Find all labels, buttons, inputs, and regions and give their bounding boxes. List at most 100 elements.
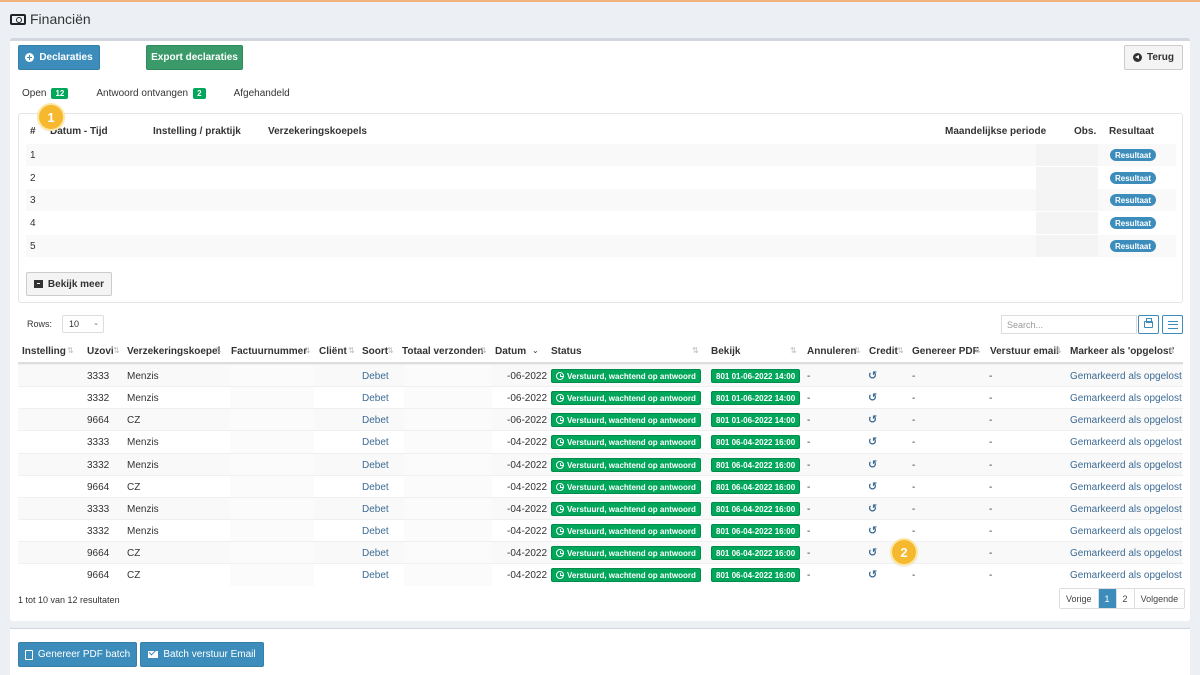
sort-icon[interactable]: ⇅ [974,346,981,355]
resultaat-button[interactable]: Resultaat [1110,149,1157,161]
sort-icon[interactable]: ⇅ [67,346,74,355]
credit-undo-icon[interactable]: ↺ [868,391,877,404]
sort-icon[interactable]: ⇅ [304,346,311,355]
rows-per-page-select[interactable]: 10 ⌄ [62,315,104,333]
column-toggle-button[interactable] [1162,315,1183,334]
col-header-soort[interactable]: Soort [362,346,388,357]
credit-undo-icon[interactable]: ↺ [868,458,877,471]
credit-undo-icon[interactable]: ↺ [868,413,877,426]
bekijk-link[interactable]: 801 01-06-2022 14:00 [711,413,801,427]
resultaat-button[interactable]: Resultaat [1110,240,1157,252]
bekijk-link[interactable]: 801 06-04-2022 16:00 [711,568,801,582]
markeer-opgelost-link[interactable]: Gemarkeerd als opgelost [1070,548,1182,559]
sort-icon[interactable]: ⇅ [790,346,797,355]
col-header-instelling[interactable]: Instelling [22,346,66,357]
col-header-totaal-verzonden[interactable]: Totaal verzonden [402,346,484,357]
col-header-credit[interactable]: Credit [869,346,898,357]
soort-link[interactable]: Debet [362,437,389,448]
sort-icon[interactable]: ⇅ [387,346,394,355]
resultaat-button[interactable]: Resultaat [1110,217,1157,229]
sort-icon[interactable]: ⇅ [1168,346,1175,355]
search-input[interactable]: Search... [1001,315,1137,334]
soort-link[interactable]: Debet [362,548,389,559]
verstuur-email-cell: - [989,482,993,493]
sort-icon[interactable]: ⇅ [215,346,222,355]
bekijk-link[interactable]: 801 06-04-2022 16:00 [711,458,801,472]
soort-link[interactable]: Debet [362,460,389,471]
status-badge: Verstuurd, wachtend op antwoord [551,369,701,383]
sort-icon[interactable]: ⇅ [348,346,355,355]
markeer-opgelost-link[interactable]: Gemarkeerd als opgelost [1070,437,1182,448]
sort-icon[interactable]: ⇅ [480,346,487,355]
markeer-opgelost-link[interactable]: Gemarkeerd als opgelost [1070,526,1182,537]
soort-link[interactable]: Debet [362,526,389,537]
sort-icon[interactable]: ⇅ [854,346,861,355]
col-header-bekijk[interactable]: Bekijk [711,346,740,357]
col-header-factuurnummer[interactable]: Factuurnummer [231,346,307,357]
bekijk-link[interactable]: 801 06-04-2022 16:00 [711,502,801,516]
credit-undo-icon[interactable]: ↺ [868,546,877,559]
pagination-prev[interactable]: Vorige [1060,589,1099,608]
verzekeringskoepel-cell: Menzis [127,504,159,515]
bekijk-link[interactable]: 801 06-04-2022 16:00 [711,435,801,449]
soort-link[interactable]: Debet [362,570,389,581]
sort-desc-icon[interactable]: ⌄ [532,346,539,355]
sort-icon[interactable]: ⇅ [692,346,699,355]
soort-link[interactable]: Debet [362,393,389,404]
batch-verstuur-email-button[interactable]: Batch verstuur Email [140,642,264,667]
sort-icon[interactable]: ⇅ [113,346,120,355]
declaraties-button[interactable]: Declaraties [18,45,100,70]
tab-open[interactable]: Open 12 [12,85,80,101]
credit-undo-icon[interactable]: ↺ [868,435,877,448]
sort-icon[interactable]: ⇅ [1055,346,1062,355]
markeer-opgelost-link[interactable]: Gemarkeerd als opgelost [1070,482,1182,493]
markeer-opgelost-link[interactable]: Gemarkeerd als opgelost [1070,570,1182,581]
resultaat-button[interactable]: Resultaat [1110,194,1157,206]
export-declaraties-button[interactable]: Export declaraties [146,45,243,70]
credit-undo-icon[interactable]: ↺ [868,568,877,581]
resultaat-button[interactable]: Resultaat [1110,172,1157,184]
credit-undo-icon[interactable]: ↺ [868,502,877,515]
credit-undo-icon[interactable]: ↺ [868,369,877,382]
markeer-opgelost-link[interactable]: Gemarkeerd als opgelost [1070,460,1182,471]
row-number: 2 [30,173,36,184]
soort-link[interactable]: Debet [362,504,389,515]
terug-button[interactable]: Terug [1124,45,1183,70]
markeer-opgelost-link[interactable]: Gemarkeerd als opgelost [1070,504,1182,515]
bekijk-link[interactable]: 801 06-04-2022 16:00 [711,524,801,538]
bekijk-link[interactable]: 801 06-04-2022 16:00 [711,546,801,560]
credit-undo-icon[interactable]: ↺ [868,480,877,493]
soort-link[interactable]: Debet [362,371,389,382]
bekijk-link[interactable]: 801 01-06-2022 14:00 [711,369,801,383]
col-header-genereer-pdf[interactable]: Genereer PDF [912,346,979,357]
col-header-annuleren[interactable]: Annuleren [807,346,856,357]
factuurnummer-cell [230,431,314,453]
markeer-opgelost-link[interactable]: Gemarkeerd als opgelost [1070,371,1182,382]
col-header-uzovi[interactable]: Uzovi [87,346,114,357]
bekijk-meer-button[interactable]: Bekijk meer [26,272,112,296]
status-text: Verstuurd, wachtend op antwoord [567,415,696,425]
genereer-pdf-batch-button[interactable]: Genereer PDF batch [18,642,137,667]
tab-afgehandeld[interactable]: Afgehandeld [218,85,302,101]
tab-antwoord-ontvangen[interactable]: Antwoord ontvangen 2 [80,85,217,101]
bekijk-link[interactable]: 801 01-06-2022 14:00 [711,391,801,405]
pagination-next[interactable]: Volgende [1134,589,1185,608]
pagination-page-2[interactable]: 2 [1116,589,1135,608]
pagination-page-1[interactable]: 1 [1098,589,1117,608]
col-header-markeer-opgelost[interactable]: Markeer als 'opgelost' [1070,346,1174,357]
print-button[interactable] [1138,315,1159,334]
uzovi-cell: 3332 [87,393,110,404]
col-header-verzekeringskoepel[interactable]: Verzekeringskoepel [127,346,220,357]
bekijk-link[interactable]: 801 06-04-2022 16:00 [711,480,801,494]
markeer-opgelost-link[interactable]: Gemarkeerd als opgelost [1070,393,1182,404]
soort-link[interactable]: Debet [362,415,389,426]
open-table-row: 3 Resultaat [26,189,1176,211]
col-header-status[interactable]: Status [551,346,582,357]
col-header-client[interactable]: Cliënt [319,346,347,357]
col-header-verstuur-email[interactable]: Verstuur email [990,346,1059,357]
col-header-datum[interactable]: Datum [495,346,526,357]
markeer-opgelost-link[interactable]: Gemarkeerd als opgelost [1070,415,1182,426]
credit-undo-icon[interactable]: ↺ [868,524,877,537]
soort-link[interactable]: Debet [362,482,389,493]
sort-icon[interactable]: ⇅ [897,346,904,355]
